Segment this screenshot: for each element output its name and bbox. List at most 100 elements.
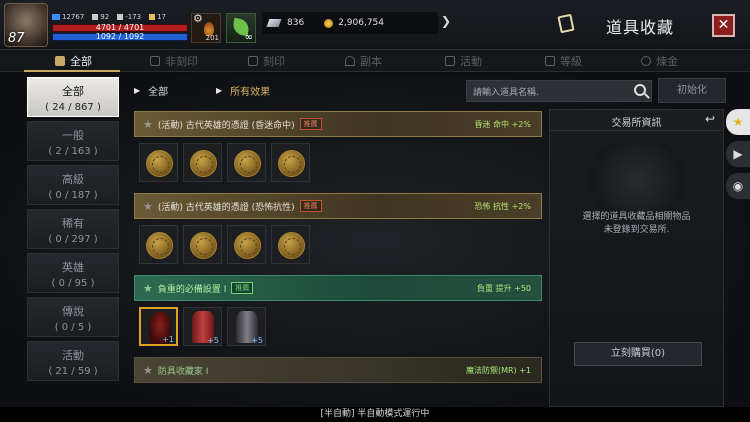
sidebar-item-all[interactable]: 全部 ( 24 / 867 ) bbox=[27, 77, 119, 117]
stat-c: -173 bbox=[117, 13, 141, 21]
item-slot[interactable] bbox=[227, 143, 266, 182]
main-area: 全部 ( 24 / 867 ) 一般 ( 2 / 163 ) 高級 ( 0 / … bbox=[0, 73, 750, 407]
sidebar-item-rare[interactable]: 稀有 ( 0 / 297 ) bbox=[27, 209, 119, 249]
side-tabs: ★ ▶ ◉ bbox=[726, 109, 750, 205]
recommend-badge: 推薦 bbox=[231, 282, 254, 294]
gem-icon bbox=[266, 19, 282, 27]
stat-a: 12767 bbox=[52, 13, 84, 21]
search-icon[interactable] bbox=[634, 84, 646, 96]
tab-non-inscribed-icon bbox=[150, 56, 160, 66]
collection-list: ★ (活動) 古代英雄的憑證 (昏迷命中) 推薦 昏迷 命中 +2% ★ (活動… bbox=[126, 111, 542, 403]
item-slot[interactable] bbox=[183, 143, 222, 182]
tab-dungeon-icon bbox=[345, 56, 355, 66]
grade-sidebar: 全部 ( 24 / 867 ) 一般 ( 2 / 163 ) 高級 ( 0 / … bbox=[27, 77, 119, 385]
favorite-star-icon[interactable]: ★ bbox=[143, 364, 153, 377]
gear-icon[interactable]: ⚙ bbox=[193, 12, 203, 25]
emblem-watermark-icon bbox=[590, 140, 685, 220]
hero-token-icon bbox=[146, 150, 173, 177]
potion-count: 201 bbox=[205, 34, 219, 42]
player-portrait[interactable]: 87 bbox=[4, 3, 48, 47]
item-search-input[interactable]: 請輸入道具名稱. bbox=[466, 80, 652, 102]
set-header[interactable]: ★ (活動) 古代英雄的憑證 (昏迷命中) 推薦 昏迷 命中 +2% bbox=[134, 111, 542, 137]
set-header[interactable]: ★ 負重的必備設置 I 推薦 負重 提升 +50 bbox=[134, 275, 542, 301]
exchange-info-panel: 交易所資訊 ↩ 選擇的道具收藏品相關物品 未登錄到交易所. 立刻購買(0) bbox=[549, 109, 724, 407]
gold-amount: 2,906,754 bbox=[338, 18, 384, 28]
back-icon[interactable]: ↩ bbox=[705, 112, 715, 126]
swirl-icon[interactable]: ◉ bbox=[726, 173, 750, 199]
tab-event[interactable]: 活動 bbox=[445, 53, 482, 69]
item-slot[interactable] bbox=[227, 225, 266, 264]
play-icon: ▶ bbox=[134, 85, 141, 95]
sidebar-item-hero[interactable]: 英雄 ( 0 / 95 ) bbox=[27, 253, 119, 293]
tab-level[interactable]: 等級 bbox=[545, 53, 582, 69]
exchange-title: 交易所資訊 bbox=[611, 118, 662, 129]
gem-amount: 836 bbox=[287, 18, 305, 28]
buff-slot[interactable]: ∞ bbox=[226, 13, 256, 43]
trophy-icon bbox=[149, 14, 156, 20]
active-tab-indicator bbox=[24, 70, 120, 72]
page-title: 道具收藏 bbox=[606, 18, 675, 37]
set-header[interactable]: ★ 防具收藏家 I 魔法防禦(MR) +1 bbox=[134, 357, 542, 383]
tab-alchemy-icon bbox=[641, 56, 651, 66]
tab-inscribed[interactable]: 刻印 bbox=[248, 53, 285, 69]
favorite-star-icon[interactable]: ★ bbox=[143, 200, 153, 213]
hp-bar: 4701 / 4701 bbox=[52, 23, 188, 32]
item-slots bbox=[134, 137, 542, 185]
set-header[interactable]: ★ (活動) 古代英雄的憑證 (恐怖抗性) 推薦 恐怖 抗性 +2% bbox=[134, 193, 542, 219]
gold-coin-icon bbox=[324, 18, 334, 28]
buy-now-button[interactable]: 立刻購買(0) bbox=[574, 342, 702, 366]
close-button[interactable]: ✕ bbox=[712, 14, 735, 37]
category-filter[interactable]: ▶ 全部 bbox=[126, 83, 216, 98]
player-level: 87 bbox=[8, 31, 25, 46]
sidebar-item-legend[interactable]: 傳說 ( 0 / 5 ) bbox=[27, 297, 119, 337]
item-slot[interactable] bbox=[271, 143, 310, 182]
collection-set: ★ (活動) 古代英雄的憑證 (昏迷命中) 推薦 昏迷 命中 +2% bbox=[134, 111, 542, 185]
play-icon[interactable]: ▶ bbox=[726, 141, 750, 167]
enchant-level: +5 bbox=[251, 336, 263, 345]
collection-set: ★ 防具收藏家 I 魔法防禦(MR) +1 bbox=[134, 357, 542, 383]
mp-bar: 1092 / 1092 bbox=[52, 32, 188, 41]
currency-expand-icon[interactable]: ❯ bbox=[441, 14, 451, 28]
set-effect: 負重 提升 +50 bbox=[477, 284, 531, 293]
hero-token-icon bbox=[278, 232, 305, 259]
item-slots bbox=[134, 219, 542, 267]
tab-non-inscribed[interactable]: 非刻印 bbox=[150, 53, 198, 69]
potion-slot[interactable]: ⚙ 201 bbox=[191, 12, 221, 43]
shield-icon bbox=[117, 14, 124, 20]
stat-b: 92 bbox=[92, 13, 109, 21]
set-effect: 恐怖 抗性 +2% bbox=[474, 202, 531, 211]
item-slot-selected[interactable]: +1 bbox=[139, 307, 178, 346]
collection-set: ★ (活動) 古代英雄的憑證 (恐怖抗性) 推薦 恐怖 抗性 +2% bbox=[134, 193, 542, 267]
favorite-star-icon[interactable]: ★ bbox=[143, 282, 153, 295]
sidebar-item-normal[interactable]: 一般 ( 2 / 163 ) bbox=[27, 121, 119, 161]
item-slot[interactable] bbox=[139, 143, 178, 182]
category-tabs: 全部 非刻印 刻印 副本 活動 等級 煉金 bbox=[0, 50, 750, 72]
sidebar-item-advanced[interactable]: 高級 ( 0 / 187 ) bbox=[27, 165, 119, 205]
item-slot[interactable] bbox=[271, 225, 310, 264]
hero-token-icon bbox=[278, 150, 305, 177]
hero-token-icon bbox=[190, 232, 217, 259]
divider bbox=[550, 130, 723, 131]
effect-filter[interactable]: ▶ 所有效果 bbox=[216, 83, 270, 98]
sidebar-item-event[interactable]: 活動 ( 21 / 59 ) bbox=[27, 341, 119, 381]
hero-token-icon bbox=[234, 232, 261, 259]
tab-alchemy[interactable]: 煉金 bbox=[641, 53, 678, 69]
favorite-star-icon[interactable]: ★ bbox=[726, 109, 750, 135]
infinite-label: ∞ bbox=[244, 32, 253, 43]
hero-token-icon bbox=[146, 232, 173, 259]
item-slot[interactable]: +5 bbox=[183, 307, 222, 346]
item-slots: +1 +5 +5 bbox=[134, 301, 542, 349]
play-icon: ▶ bbox=[216, 85, 223, 95]
set-effect: 昏迷 命中 +2% bbox=[474, 120, 531, 129]
item-slot[interactable] bbox=[183, 225, 222, 264]
tab-all[interactable]: 全部 bbox=[55, 53, 92, 69]
tab-dungeon[interactable]: 副本 bbox=[345, 53, 382, 69]
hero-token-icon bbox=[234, 150, 261, 177]
favorite-star-icon[interactable]: ★ bbox=[143, 118, 153, 131]
hero-token-icon bbox=[190, 150, 217, 177]
item-slot[interactable]: +5 bbox=[227, 307, 266, 346]
reset-button[interactable]: 初始化 bbox=[658, 78, 726, 103]
tab-level-icon bbox=[545, 56, 555, 66]
power-icon bbox=[52, 14, 60, 20]
item-slot[interactable] bbox=[139, 225, 178, 264]
